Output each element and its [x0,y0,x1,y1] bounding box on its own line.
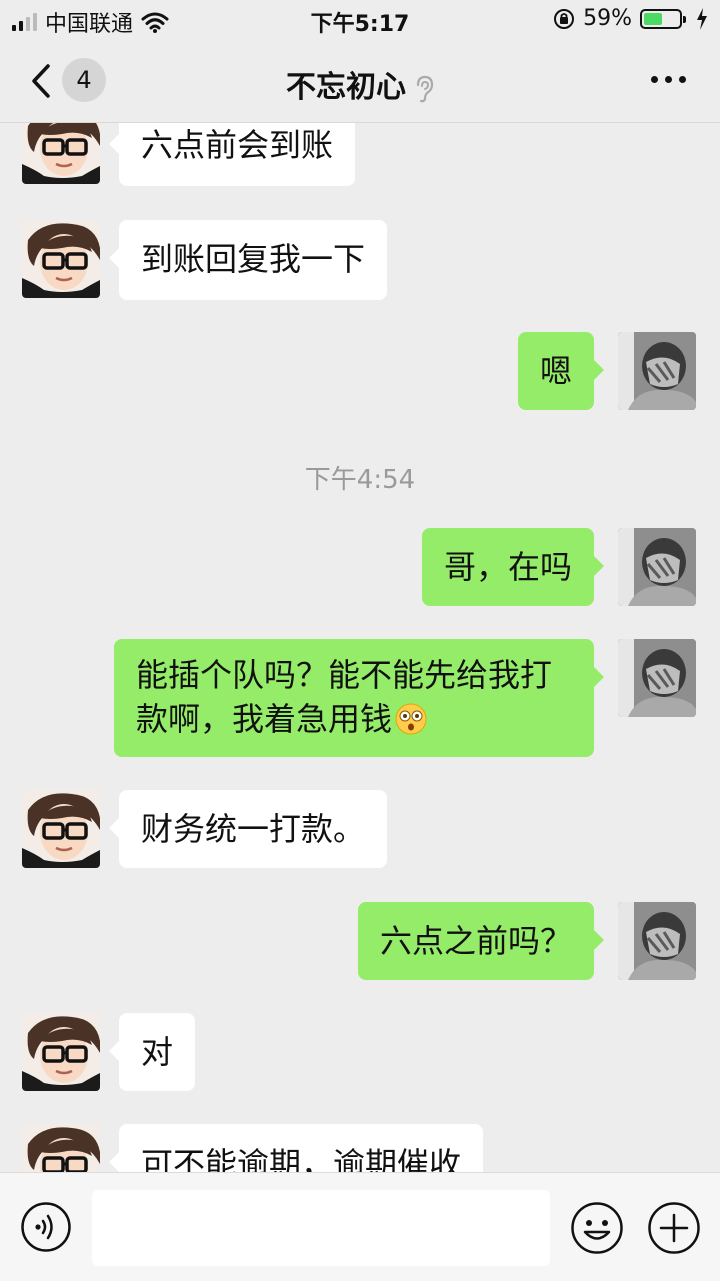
ear-icon [416,75,434,102]
my-avatar[interactable] [618,528,696,606]
message-list[interactable]: 六点前会到账 到账回复我一下 嗯 下午4:54 哥，在吗 能插个队吗？能不能先给… [0,123,720,1172]
charging-icon [697,7,707,30]
message-bubble[interactable]: 可不能逾期，逾期催收 [108,1124,484,1172]
emoji-icon[interactable] [570,1201,624,1255]
message-text: 六点之前吗？ [379,922,572,960]
message-text: 六点前会到账 [141,126,334,164]
chat-header: 4 不忘初心 [0,40,720,123]
chat-title: 不忘初心 [0,62,720,106]
contact-avatar[interactable] [22,220,100,298]
plus-icon[interactable] [647,1201,701,1255]
my-avatar[interactable] [618,639,696,717]
message-timestamp: 下午4:54 [304,465,416,495]
contact-avatar[interactable] [22,1124,100,1172]
message-text: 嗯 [539,352,572,390]
message-bubble[interactable]: 嗯 [517,332,605,410]
message-text: 对 [141,1033,174,1071]
more-icon[interactable] [651,76,686,83]
message-input[interactable] [92,1190,550,1266]
contact-avatar[interactable] [22,123,100,184]
contact-avatar[interactable] [22,790,100,868]
battery-icon [640,8,686,29]
message-bubble[interactable]: 到账回复我一下 [108,220,388,300]
rotation-lock-icon [554,8,575,29]
chat-title-text: 不忘初心 [286,70,406,105]
battery-percent: 59% [583,6,632,31]
my-avatar[interactable] [618,332,696,410]
message-bubble[interactable]: 哥，在吗 [421,528,605,606]
message-bubble[interactable]: 对 [108,1013,196,1091]
message-bubble[interactable]: 六点之前吗？ [357,902,605,980]
message-bubble[interactable]: 财务统一打款。 [108,790,388,868]
voice-icon[interactable] [20,1201,72,1253]
message-text: 可不能逾期，逾期催收 [141,1145,462,1172]
input-bar [0,1172,720,1281]
message-bubble[interactable]: 能插个队吗？能不能先给我打款啊，我着急用钱 [114,639,604,757]
message-text: 到账回复我一下 [141,240,366,278]
message-text: 哥，在吗 [443,548,572,586]
message-text: 财务统一打款。 [141,810,366,848]
status-right: 59% [553,6,708,31]
status-bar: 中国联通 下午5:17 59% [0,0,720,40]
flushed-emoji-icon [395,703,427,735]
message-text: 能插个队吗？能不能先给我打款啊，我着急用钱 [136,656,553,738]
my-avatar[interactable] [618,902,696,980]
contact-avatar[interactable] [22,1013,100,1091]
message-bubble[interactable]: 六点前会到账 [108,123,356,186]
